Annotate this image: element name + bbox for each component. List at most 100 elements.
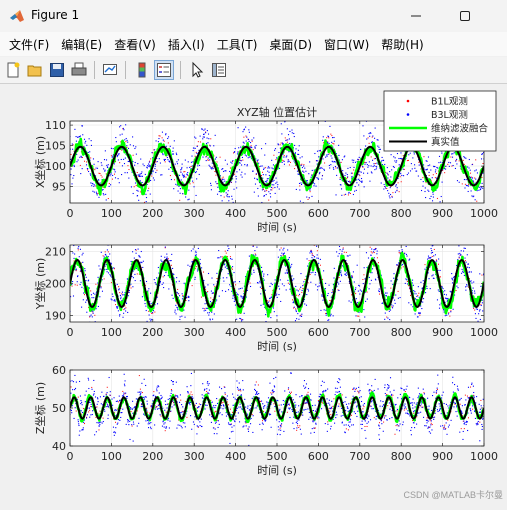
b1l-point xyxy=(410,295,411,296)
b3l-point xyxy=(279,168,280,169)
edit-plot-icon[interactable] xyxy=(188,61,206,79)
b3l-point xyxy=(89,417,90,418)
b3l-point xyxy=(286,155,287,156)
b3l-point xyxy=(253,272,254,273)
b3l-point xyxy=(162,397,163,398)
b3l-point xyxy=(95,396,96,397)
b1l-point xyxy=(391,306,392,307)
b3l-point xyxy=(226,195,227,196)
b3l-point xyxy=(168,230,169,231)
menu-window[interactable]: 窗口(W) xyxy=(324,36,369,53)
b3l-point xyxy=(264,190,265,191)
new-figure-icon[interactable] xyxy=(4,61,22,79)
b1l-point xyxy=(90,406,91,407)
b3l-point xyxy=(294,307,295,308)
b3l-point xyxy=(89,408,90,409)
b3l-point xyxy=(180,412,181,413)
b1l-point xyxy=(151,313,152,314)
figure-plot-area[interactable]: 0100200300400500600700800900100095100105… xyxy=(0,84,507,507)
menu-tools[interactable]: 工具(T) xyxy=(217,36,258,53)
b1l-point xyxy=(140,191,141,192)
b3l-point xyxy=(94,434,95,435)
b3l-point xyxy=(364,267,365,268)
open-file-icon[interactable] xyxy=(26,61,44,79)
b3l-point xyxy=(427,259,428,260)
b1l-point xyxy=(164,141,165,142)
b1l-point xyxy=(358,316,359,317)
b3l-point xyxy=(381,182,382,183)
b1l-point xyxy=(423,392,424,393)
b3l-point xyxy=(149,162,150,163)
b3l-point xyxy=(199,165,200,166)
b3l-point xyxy=(388,329,389,330)
b3l-point xyxy=(260,293,261,294)
b3l-point xyxy=(123,159,124,160)
b3l-point xyxy=(374,257,375,258)
y-axis-subplot[interactable]: 0100200300400500600700800900100019020021… xyxy=(33,230,498,353)
menu-insert[interactable]: 插入(I) xyxy=(168,36,205,53)
b3l-point xyxy=(111,299,112,300)
property-inspector-icon[interactable] xyxy=(210,61,228,79)
b3l-point xyxy=(193,148,194,149)
b3l-point xyxy=(241,172,242,173)
b3l-point xyxy=(122,409,123,410)
b3l-point xyxy=(221,204,222,205)
b3l-point xyxy=(78,246,79,247)
b3l-point xyxy=(344,175,345,176)
b3l-point xyxy=(191,396,192,397)
b3l-point xyxy=(246,425,247,426)
b3l-point xyxy=(197,270,198,271)
save-icon[interactable] xyxy=(48,61,66,79)
minimize-button[interactable] xyxy=(393,0,439,32)
b3l-point xyxy=(126,303,127,304)
menu-view[interactable]: 查看(V) xyxy=(114,36,156,53)
b3l-point xyxy=(398,243,399,244)
b3l-point xyxy=(451,273,452,274)
b3l-point xyxy=(224,204,225,205)
menu-edit[interactable]: 编辑(E) xyxy=(61,36,102,53)
b3l-point xyxy=(93,293,94,294)
b3l-point xyxy=(138,392,139,393)
b3l-point xyxy=(351,275,352,276)
b3l-point xyxy=(398,298,399,299)
b3l-point xyxy=(231,427,232,428)
maximize-button[interactable] xyxy=(442,0,488,32)
b3l-point xyxy=(311,252,312,253)
b3l-point xyxy=(240,318,241,319)
b3l-point xyxy=(231,259,232,260)
b3l-point xyxy=(225,170,226,171)
z-axis-subplot[interactable]: 01002003004005006007008009001000405060时间… xyxy=(33,362,498,477)
b3l-point xyxy=(182,298,183,299)
b3l-point xyxy=(86,312,87,313)
b3l-point xyxy=(145,420,146,421)
b3l-point xyxy=(72,149,73,150)
menu-desktop[interactable]: 桌面(D) xyxy=(269,36,312,53)
b3l-point xyxy=(341,195,342,196)
b3l-point xyxy=(242,319,243,320)
menu-help[interactable]: 帮助(H) xyxy=(381,36,423,53)
print-icon[interactable] xyxy=(70,61,88,79)
insert-colorbar-icon[interactable] xyxy=(133,61,151,79)
b1l-point xyxy=(339,403,340,404)
insert-legend-icon[interactable] xyxy=(155,61,173,79)
b3l-point xyxy=(119,182,120,183)
b3l-point xyxy=(355,315,356,316)
menu-file[interactable]: 文件(F) xyxy=(9,36,49,53)
b3l-point xyxy=(378,147,379,148)
b3l-point xyxy=(253,270,254,271)
b3l-point xyxy=(125,124,126,125)
b3l-point xyxy=(233,425,234,426)
b3l-point xyxy=(311,196,312,197)
b3l-point xyxy=(217,194,218,195)
b1l-point xyxy=(161,416,162,417)
b3l-point xyxy=(77,137,78,138)
b3l-point xyxy=(98,401,99,402)
b1l-point xyxy=(140,389,141,390)
link-plot-icon[interactable] xyxy=(101,61,119,79)
b3l-point xyxy=(234,301,235,302)
b3l-point xyxy=(468,185,469,186)
b3l-point xyxy=(116,306,117,307)
b1l-point xyxy=(225,394,226,395)
b3l-point xyxy=(165,401,166,402)
b1l-point xyxy=(280,428,281,429)
